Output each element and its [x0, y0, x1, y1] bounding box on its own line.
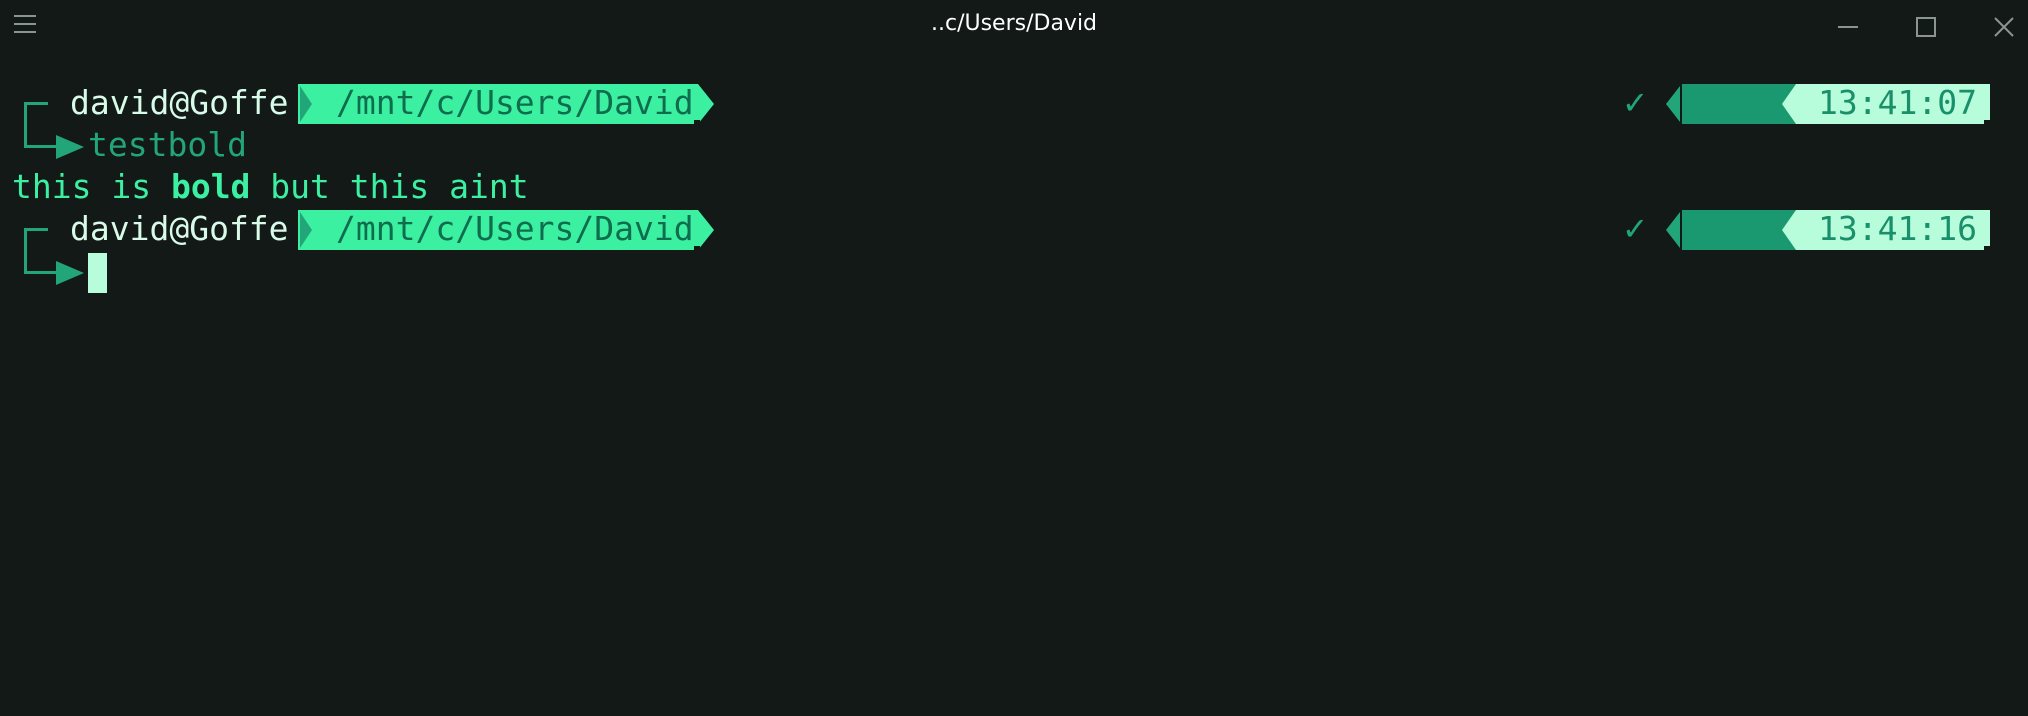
prompt-corner-top: [24, 228, 48, 250]
output-text-bold: bold: [170, 167, 251, 206]
time-segment: 13:41:16: [1666, 209, 1990, 250]
command-line: testbold: [0, 124, 2028, 166]
prompt-corner-top: [24, 102, 48, 124]
prompt-path: /mnt/c/Users/David: [336, 83, 694, 122]
prompt-line: david@Goffe /mnt/c/Users/David ✓ 13:41:0…: [0, 82, 2028, 124]
minimize-button[interactable]: [1820, 8, 1874, 46]
path-segment: /mnt/c/Users/David: [298, 83, 714, 124]
prompt-path: /mnt/c/Users/David: [336, 209, 694, 248]
checkmark-icon: ✓: [1624, 82, 1646, 123]
prompt-arrow-icon: [56, 135, 84, 159]
text-cursor[interactable]: [88, 253, 107, 293]
prompt-time: 13:41:07: [1818, 83, 1977, 122]
hamburger-menu-icon[interactable]: [14, 15, 36, 35]
prompt-arrow-icon: [56, 261, 84, 285]
path-segment: /mnt/c/Users/David: [298, 209, 714, 250]
maximize-icon: [1916, 17, 1936, 37]
close-button[interactable]: [1976, 8, 2028, 46]
command-line: [0, 250, 2028, 293]
checkmark-icon: ✓: [1624, 208, 1646, 249]
prompt-line: david@Goffe /mnt/c/Users/David ✓ 13:41:1…: [0, 208, 2028, 250]
command-output: this is bold but this aint: [12, 166, 529, 208]
prompt-user: david@Goffe: [70, 209, 289, 248]
prompt-time: 13:41:16: [1818, 209, 1977, 248]
maximize-button[interactable]: [1898, 8, 1952, 46]
command-text: testbold: [88, 125, 247, 164]
output-text-normal-2: but this aint: [250, 167, 529, 206]
minimize-icon: [1838, 26, 1858, 28]
output-text-normal: this is: [12, 167, 171, 206]
output-line: this is bold but this aint: [0, 166, 2028, 208]
time-segment: 13:41:07: [1666, 83, 1990, 124]
window-title: ..c/Users/David: [930, 11, 1098, 36]
title-bar: ..c/Users/David: [0, 0, 2028, 54]
prompt-user: david@Goffe: [70, 83, 289, 122]
terminal-area[interactable]: david@Goffe /mnt/c/Users/David ✓ 13:41:0…: [0, 80, 2028, 716]
close-icon: [1994, 17, 2014, 37]
